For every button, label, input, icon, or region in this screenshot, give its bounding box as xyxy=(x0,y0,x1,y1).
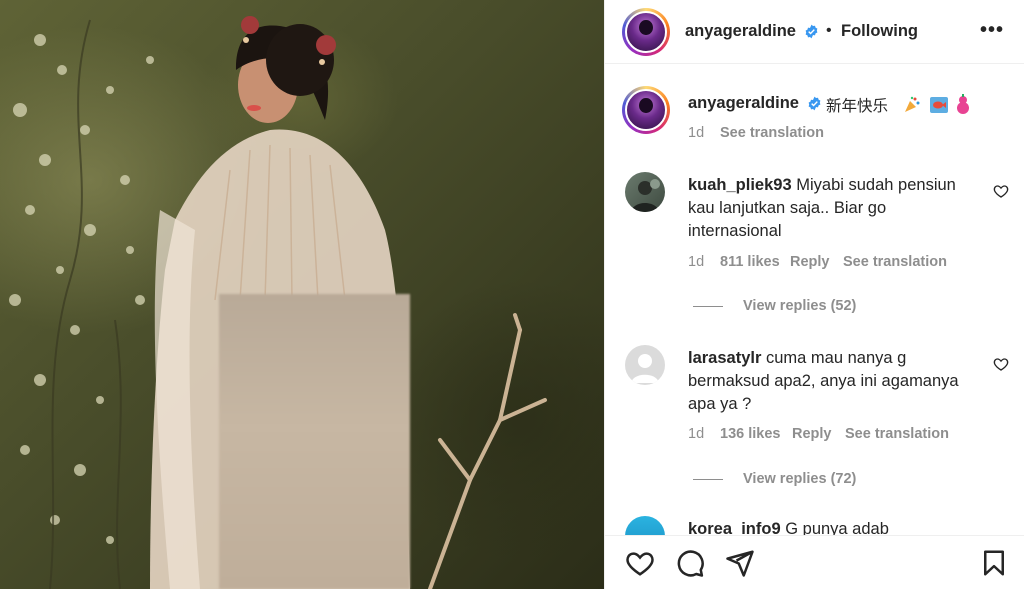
gourd-icon xyxy=(957,94,969,114)
comment-text-block: larasatylr cuma mau nanya g bermaksud ap… xyxy=(688,347,984,416)
comment-time: 1d xyxy=(688,254,705,270)
commenter-avatar[interactable] xyxy=(625,172,665,212)
comment-reply-button[interactable]: Reply xyxy=(792,426,832,442)
comment-reply-button[interactable]: Reply xyxy=(790,254,830,270)
comment-likes[interactable]: 811 likes xyxy=(720,254,780,270)
comment-icon[interactable] xyxy=(675,548,705,578)
bookmark-icon[interactable] xyxy=(979,548,1009,578)
more-options-button[interactable]: ••• xyxy=(980,19,1004,42)
comment-see-translation[interactable]: See translation xyxy=(843,254,947,270)
verified-badge-icon xyxy=(808,96,821,111)
heart-icon[interactable] xyxy=(625,548,655,578)
like-comment-heart-icon[interactable] xyxy=(993,183,1009,199)
fish-icon xyxy=(930,97,948,113)
commenter-avatar[interactable] xyxy=(625,345,665,385)
caption-username[interactable]: anyageraldine xyxy=(688,94,799,113)
share-icon[interactable] xyxy=(725,548,755,578)
view-replies-button[interactable]: View replies (72) xyxy=(743,471,856,487)
verified-badge-icon xyxy=(805,24,818,39)
caption-avatar[interactable] xyxy=(622,86,670,134)
caption-text: 新年快乐 xyxy=(826,97,889,115)
party-popper-icon xyxy=(905,96,920,112)
caption-time: 1d xyxy=(688,125,705,141)
censor-blur xyxy=(219,294,410,589)
post-media[interactable] xyxy=(0,0,604,589)
comments-panel: anyageraldine • Following ••• anyagerald… xyxy=(604,0,1024,589)
following-button[interactable]: Following xyxy=(841,22,918,41)
post-header: anyageraldine • Following ••• xyxy=(605,0,1024,64)
replies-divider xyxy=(693,479,723,480)
comment-time: 1d xyxy=(688,426,705,442)
caption-see-translation[interactable]: See translation xyxy=(720,125,824,141)
comment-likes[interactable]: 136 likes xyxy=(720,426,780,442)
post-action-bar xyxy=(605,535,1024,589)
comment-text-block: kuah_pliek93 Miyabi sudah pensiun kau la… xyxy=(688,174,984,243)
comment-text-block: korea_info9 G punya adab xyxy=(688,518,978,535)
view-replies-button[interactable]: View replies (52) xyxy=(743,298,856,314)
comment-text: G punya adab xyxy=(785,520,889,535)
author-username[interactable]: anyageraldine xyxy=(685,22,796,41)
comment-see-translation[interactable]: See translation xyxy=(845,426,949,442)
header-separator: • xyxy=(826,22,832,39)
like-comment-heart-icon[interactable] xyxy=(993,356,1009,372)
comment-username[interactable]: kuah_pliek93 xyxy=(688,176,792,194)
comment-username[interactable]: korea_info9 xyxy=(688,520,781,535)
comment-username[interactable]: larasatylr xyxy=(688,349,761,367)
replies-divider xyxy=(693,306,723,307)
author-avatar[interactable] xyxy=(622,8,670,56)
